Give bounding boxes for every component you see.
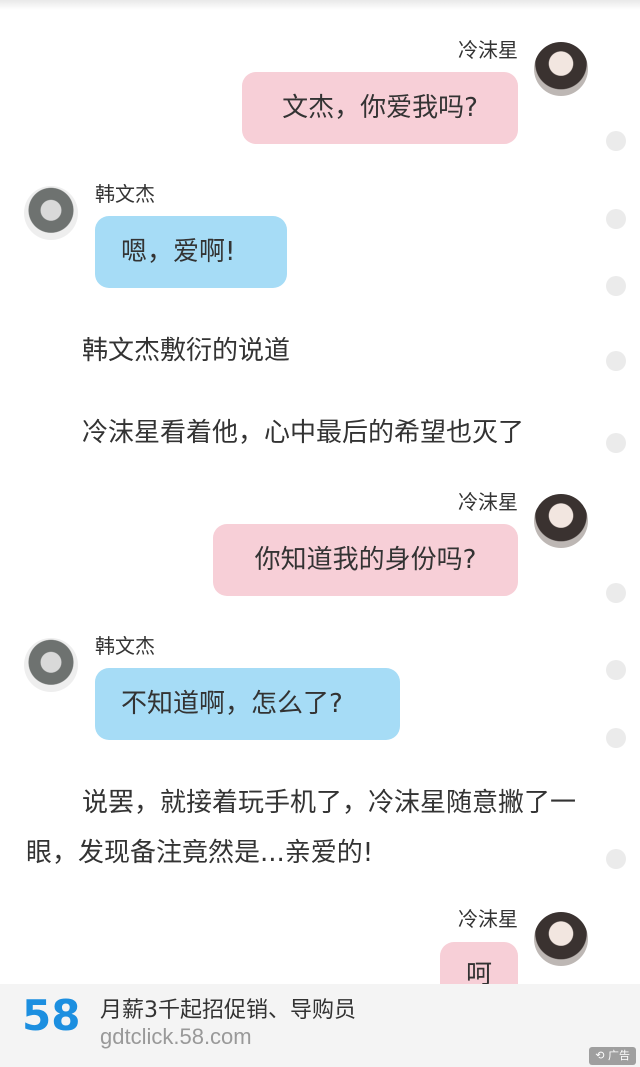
avatar[interactable]	[24, 638, 78, 692]
ad-badge[interactable]: ⟲ 广告	[589, 1047, 636, 1065]
ad-title[interactable]: 月薪3千起招促销、导购员	[100, 992, 356, 1024]
scroll-dot	[606, 131, 626, 151]
narration-text: 说罢，就接着玩手机了，冷沫星随意撇了一眼，发现备注竟然是...亲爱的!	[26, 788, 577, 868]
sender-name: 韩文杰	[95, 182, 155, 206]
message-bubble[interactable]: 你知道我的身份吗?	[213, 524, 518, 596]
sender-name: 冷沫星	[458, 490, 518, 514]
avatar[interactable]	[534, 42, 588, 96]
svg-text:58: 58	[22, 992, 78, 1036]
scroll-dot	[606, 849, 626, 869]
message-bubble[interactable]: 嗯，爱啊!	[95, 216, 287, 288]
58-logo-icon: 58	[22, 992, 78, 1036]
scroll-dot	[606, 433, 626, 453]
scroll-dot	[606, 583, 626, 603]
scroll-dot	[606, 351, 626, 371]
ad-banner[interactable]: 58 月薪3千起招促销、导购员 gdtclick.58.com ⟲ 广告	[0, 984, 640, 1067]
avatar[interactable]	[534, 494, 588, 548]
message-bubble[interactable]: 文杰，你爱我吗?	[242, 72, 518, 144]
sender-name: 冷沫星	[458, 907, 518, 931]
refresh-icon: ⟲	[595, 1049, 608, 1062]
scroll-dot	[606, 728, 626, 748]
scroll-dot	[606, 276, 626, 296]
scroll-dot	[606, 209, 626, 229]
top-shadow	[0, 0, 640, 10]
narration-text: 冷沫星看着他，心中最后的希望也灭了	[82, 418, 525, 448]
narration-text: 韩文杰敷衍的说道	[82, 336, 291, 366]
avatar[interactable]	[534, 912, 588, 966]
scroll-dot	[606, 660, 626, 680]
avatar[interactable]	[24, 186, 78, 240]
ad-url[interactable]: gdtclick.58.com	[100, 1024, 252, 1050]
message-bubble[interactable]: 不知道啊，怎么了?	[95, 668, 400, 740]
sender-name: 冷沫星	[458, 38, 518, 62]
sender-name: 韩文杰	[95, 634, 155, 658]
